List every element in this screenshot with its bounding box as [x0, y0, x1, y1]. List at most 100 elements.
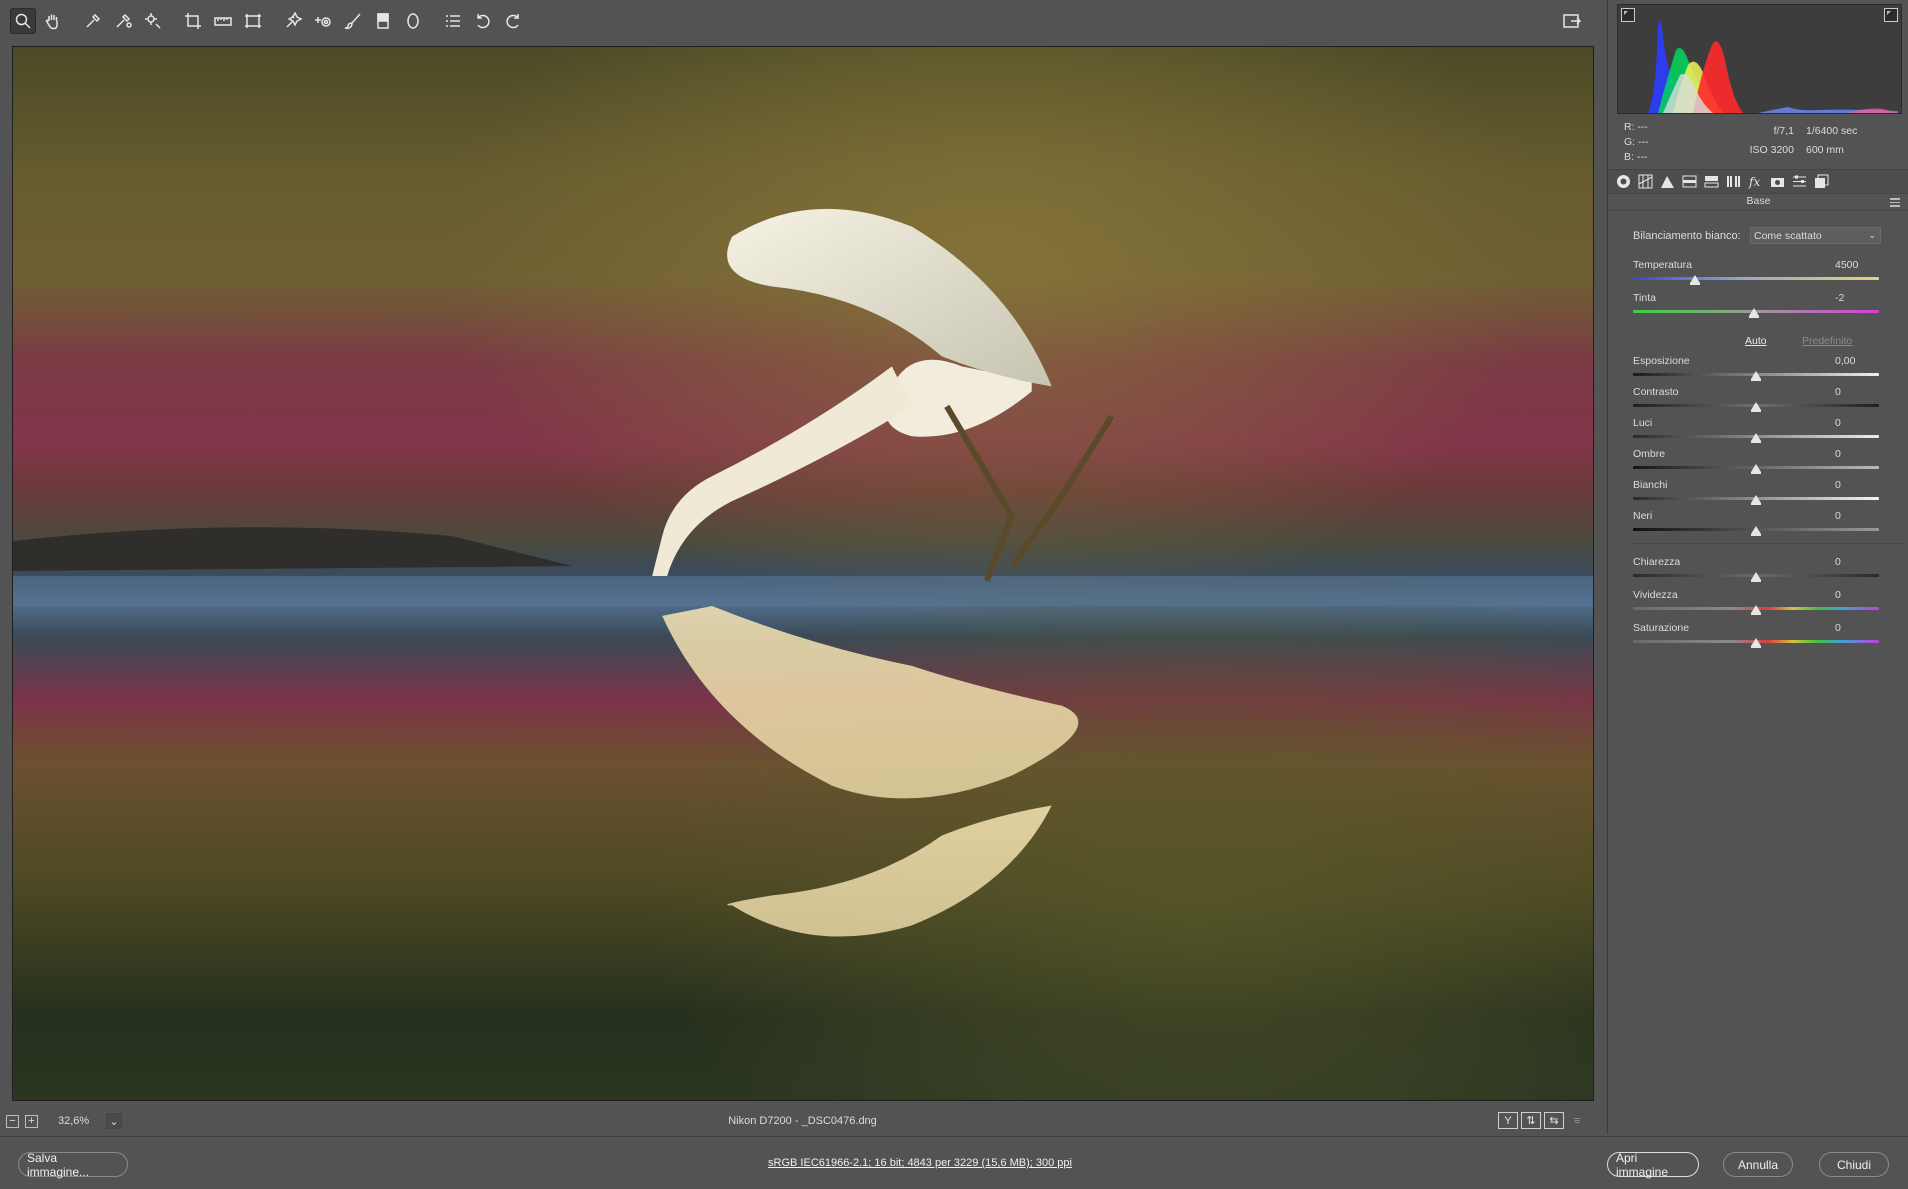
slider-value[interactable]: 0 [1835, 479, 1885, 492]
graduated-filter-icon[interactable] [370, 8, 396, 34]
slider-label: Luci [1633, 417, 1653, 429]
radial-filter-icon[interactable] [400, 8, 426, 34]
slider-label: Ombre [1633, 448, 1666, 460]
slider-tinta[interactable]: Tinta -2 [1633, 292, 1885, 318]
transform-tool-icon[interactable] [240, 8, 266, 34]
slider-contrasto[interactable]: Contrasto 0 [1633, 386, 1885, 412]
slider-value[interactable]: 0 [1835, 589, 1885, 602]
close-button[interactable]: Chiudi [1819, 1152, 1889, 1177]
svg-text:fx: fx [1748, 175, 1760, 189]
tab-hsl-icon[interactable] [1681, 174, 1697, 190]
white-balance-eyedropper-icon[interactable] [80, 8, 106, 34]
slider-label: Neri [1633, 510, 1653, 522]
slider-esposizione[interactable]: Esposizione 0,00 [1633, 355, 1885, 381]
workflow-options-link[interactable]: sRGB IEC61966-2.1; 16 bit; 4843 per 3229… [0, 1157, 1840, 1169]
slider-value[interactable]: 0 [1835, 556, 1885, 569]
crop-tool-icon[interactable] [180, 8, 206, 34]
tab-detail-icon[interactable] [1659, 174, 1675, 190]
before-after-view-button[interactable]: Y [1498, 1112, 1518, 1129]
zoom-out-button[interactable]: − [6, 1114, 19, 1128]
straighten-tool-icon[interactable] [210, 8, 236, 34]
slider-neri[interactable]: Neri 0 [1633, 510, 1885, 536]
white-balance-select[interactable]: Come scattato ⌄ [1750, 227, 1881, 244]
slider-thumb[interactable] [1751, 433, 1761, 443]
slider-thumb[interactable] [1748, 308, 1759, 318]
aperture: f/7,1 [1773, 124, 1794, 137]
rotate-right-icon[interactable] [500, 8, 526, 34]
image-preview[interactable] [12, 46, 1594, 1101]
slider-ombre[interactable]: Ombre 0 [1633, 448, 1885, 474]
divider [1633, 543, 1903, 544]
spot-removal-icon[interactable] [280, 8, 306, 34]
chevron-down-icon: ⌄ [1868, 230, 1876, 240]
tab-snapshots-icon[interactable] [1813, 174, 1829, 190]
slider-thumb[interactable] [1751, 495, 1761, 505]
tab-camera-calibration-icon[interactable] [1769, 174, 1785, 190]
slider-label: Esposizione [1633, 355, 1690, 367]
slider-value[interactable]: 0 [1835, 448, 1885, 461]
bottom-bar: Salva immagine... sRGB IEC61966-2.1; 16 … [0, 1136, 1908, 1189]
panel-tabs: fx [1608, 169, 1908, 194]
red-eye-icon[interactable] [310, 8, 336, 34]
slider-label: Contrasto [1633, 386, 1679, 398]
slider-value[interactable]: 0 [1835, 417, 1885, 430]
tab-lens-corrections-icon[interactable] [1725, 174, 1741, 190]
slider-saturazione[interactable]: Saturazione 0 [1633, 622, 1885, 648]
tab-split-toning-icon[interactable] [1703, 174, 1719, 190]
slider-value[interactable]: 0,00 [1835, 355, 1885, 368]
hand-tool-icon[interactable] [40, 8, 66, 34]
targeted-adjustment-icon[interactable] [140, 8, 166, 34]
slider-temperatura[interactable]: Temperatura 4500 [1633, 259, 1885, 285]
shadow-clipping-toggle[interactable] [1621, 8, 1635, 22]
histogram [1617, 4, 1902, 114]
highlight-clipping-toggle[interactable] [1884, 8, 1898, 22]
toolbar [0, 0, 1605, 41]
slider-thumb[interactable] [1751, 402, 1761, 412]
slider-thumb[interactable] [1751, 605, 1761, 615]
slider-value[interactable]: 4500 [1835, 259, 1885, 272]
slider-thumb[interactable] [1689, 275, 1700, 285]
exif-info: f/7,1 1/6400 sec ISO 3200 600 mm [1714, 121, 1904, 159]
slider-value[interactable]: -2 [1835, 292, 1885, 305]
tab-tone-curve-icon[interactable] [1637, 174, 1653, 190]
slider-chiarezza[interactable]: Chiarezza 0 [1633, 556, 1885, 582]
slider-value[interactable]: 0 [1835, 622, 1885, 635]
slider-thumb[interactable] [1751, 371, 1761, 381]
swap-settings-icon[interactable]: ⇅ [1521, 1112, 1541, 1129]
section-title: Base [1608, 195, 1908, 211]
fullscreen-toggle-icon[interactable] [1559, 8, 1585, 34]
iso: ISO 3200 [1749, 143, 1794, 156]
slider-thumb[interactable] [1751, 464, 1761, 474]
slider-luci[interactable]: Luci 0 [1633, 417, 1885, 443]
tab-presets-icon[interactable] [1791, 174, 1807, 190]
rotate-left-icon[interactable] [470, 8, 496, 34]
slider-bianchi[interactable]: Bianchi 0 [1633, 479, 1885, 505]
open-image-button[interactable]: Apri immagine [1607, 1151, 1699, 1179]
white-balance-row: Bilanciamento bianco: Come scattato ⌄ [1633, 227, 1903, 244]
cancel-button[interactable]: Annulla [1723, 1152, 1793, 1177]
copy-settings-icon[interactable]: ⇆ [1544, 1112, 1564, 1129]
auto-link[interactable]: Auto [1745, 335, 1767, 347]
panel-menu-icon[interactable] [1890, 198, 1900, 207]
slider-thumb[interactable] [1751, 638, 1761, 648]
slider-thumb[interactable] [1751, 572, 1761, 582]
default-link[interactable]: Predefinito [1802, 335, 1852, 347]
slider-vividezza[interactable]: Vividezza 0 [1633, 589, 1885, 615]
tab-basic-icon[interactable] [1615, 174, 1631, 190]
zoom-in-button[interactable]: + [25, 1114, 38, 1128]
adjustment-panel: R: --- G: --- B: --- f/7,1 1/6400 sec ISO… [1607, 0, 1908, 1134]
slider-label: Saturazione [1633, 622, 1690, 634]
preferences-icon[interactable] [440, 8, 466, 34]
preview-status-bar: − + 32,6% ⌄ Nikon D7200 - _DSC0476.dng Y… [0, 1108, 1605, 1134]
preview-preferences-icon[interactable]: ≡ [1567, 1112, 1587, 1129]
adjustment-brush-icon[interactable] [340, 8, 366, 34]
zoom-dropdown[interactable]: ⌄ [106, 1113, 122, 1129]
slider-thumb[interactable] [1751, 526, 1761, 536]
slider-value[interactable]: 0 [1835, 510, 1885, 523]
focal-length: 600 mm [1806, 143, 1844, 156]
tab-effects-icon[interactable]: fx [1747, 174, 1763, 190]
slider-label: Temperatura [1633, 259, 1692, 271]
slider-value[interactable]: 0 [1835, 386, 1885, 399]
zoom-tool-icon[interactable] [10, 7, 36, 34]
color-sampler-icon[interactable] [110, 8, 136, 34]
